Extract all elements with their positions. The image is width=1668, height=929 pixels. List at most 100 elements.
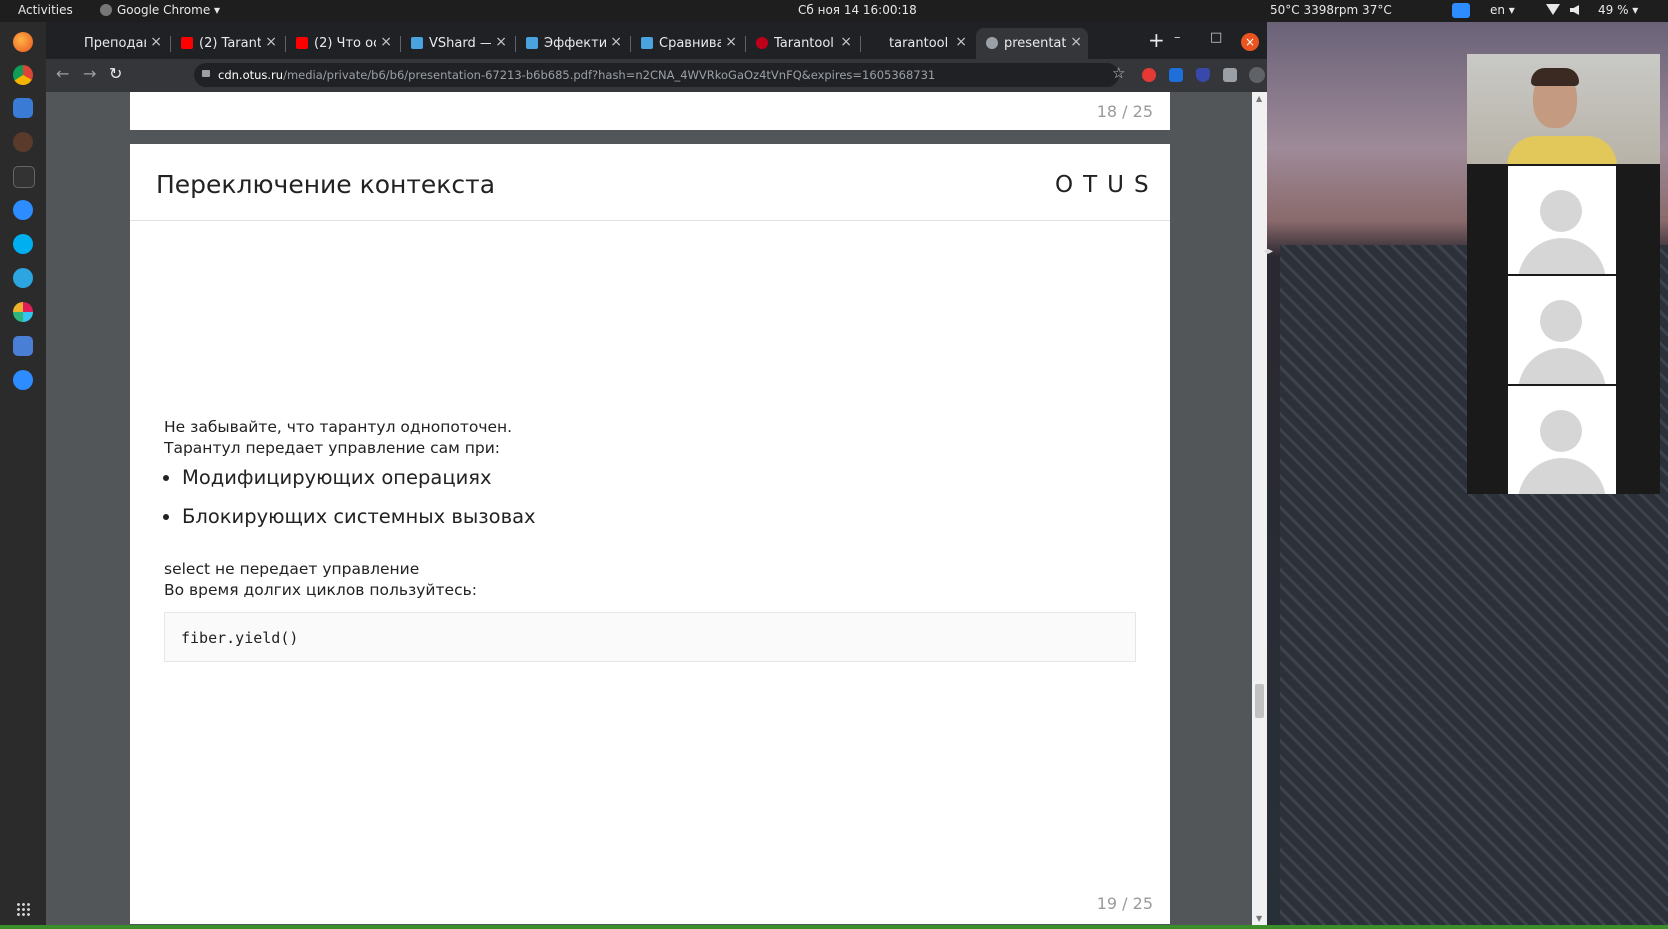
dock xyxy=(0,22,46,925)
browser-tab[interactable]: Эффекти × xyxy=(516,28,628,59)
browser-tab[interactable]: VShard — × xyxy=(401,28,513,59)
back-icon[interactable]: ← xyxy=(56,64,69,83)
chrome-app-icon xyxy=(100,4,112,16)
scroll-up-icon[interactable]: ▲ xyxy=(1256,94,1262,103)
pdf-viewer: 18 / 25 Переключение контекста OTUS Не з… xyxy=(46,92,1267,925)
slack-icon[interactable] xyxy=(13,302,33,322)
tab-close-icon[interactable]: × xyxy=(955,34,967,50)
wifi-icon[interactable] xyxy=(1546,4,1560,15)
site-favicon-icon xyxy=(411,37,423,49)
otus-logo: OTUS xyxy=(1055,172,1159,198)
app-menu[interactable]: Google Chrome ▾ xyxy=(100,3,220,17)
intro-line: Не забывайте, что тарантул однопоточен. xyxy=(164,418,513,436)
extension-translate-icon[interactable] xyxy=(1169,68,1183,82)
maximize-icon[interactable]: □ xyxy=(1210,30,1222,45)
clock[interactable]: Сб ноя 14 16:00:18 xyxy=(798,3,917,17)
browser-tab-strip: Преподав × (2) Tarant × (2) Что ос × VSh… xyxy=(46,22,1267,59)
scroll-thumb[interactable] xyxy=(1255,684,1264,718)
slide-page: Переключение контекста OTUS Не забывайте… xyxy=(130,144,1170,924)
extension-shield-icon[interactable] xyxy=(1196,68,1210,82)
url-host: cdn.otus.ru xyxy=(218,68,284,82)
telegram-icon[interactable] xyxy=(13,268,33,288)
intro-line: Тарантул передает управление сам при: xyxy=(164,439,501,457)
forward-icon[interactable]: → xyxy=(83,64,96,83)
notes-icon[interactable] xyxy=(13,98,33,118)
participant-tile[interactable] xyxy=(1508,166,1616,274)
tab-favicon xyxy=(871,37,883,49)
battery-indicator[interactable]: 49 % ▾ xyxy=(1598,3,1638,17)
page-number: 18 / 25 xyxy=(1096,102,1153,121)
apps-grid-icon[interactable] xyxy=(16,902,30,916)
new-tab-button[interactable]: + xyxy=(1148,28,1165,52)
zoom-tray-icon[interactable] xyxy=(1452,3,1470,18)
page-number: 19 / 25 xyxy=(1096,894,1153,913)
participant-tile[interactable] xyxy=(1508,386,1616,494)
zoom-icon[interactable] xyxy=(13,200,33,220)
close-window-icon[interactable]: × xyxy=(1241,33,1259,51)
volume-icon[interactable] xyxy=(1570,5,1579,15)
tab-close-icon[interactable]: × xyxy=(495,34,507,50)
globe-icon xyxy=(986,37,998,49)
tab-close-icon[interactable]: × xyxy=(380,34,392,50)
tab-title: Сравнива xyxy=(659,36,721,51)
url-path: /media/private/b6/b6/presentation-67213-… xyxy=(283,68,936,82)
language-switcher[interactable]: en ▾ xyxy=(1490,3,1515,17)
bookmark-star-icon[interactable]: ☆ xyxy=(1112,64,1125,82)
browser-tab[interactable]: Преподав × xyxy=(56,28,168,59)
tab-title: (2) Tarant xyxy=(199,36,261,51)
tab-close-icon[interactable]: × xyxy=(265,34,277,50)
skype-icon[interactable] xyxy=(13,234,33,254)
note-line: select не передает управление xyxy=(164,560,420,578)
browser-tab[interactable]: (2) Что ос × xyxy=(286,28,398,59)
extension-adblock-icon[interactable] xyxy=(1142,68,1156,82)
chrome-icon[interactable] xyxy=(13,65,33,85)
avatar-placeholder-body xyxy=(1518,348,1606,384)
app-menu-label: Google Chrome ▾ xyxy=(117,3,221,17)
avatar-placeholder-icon xyxy=(1540,300,1582,342)
profile-avatar[interactable] xyxy=(1249,67,1265,83)
bottom-edge xyxy=(0,925,1668,929)
minimize-icon[interactable]: – xyxy=(1174,30,1181,45)
lock-icon xyxy=(202,70,210,77)
extensions-puzzle-icon[interactable] xyxy=(1223,68,1237,82)
avatar-placeholder-body xyxy=(1518,238,1606,274)
tab-close-icon[interactable]: × xyxy=(840,34,852,50)
tab-close-icon[interactable]: × xyxy=(150,34,162,50)
reload-icon[interactable]: ↻ xyxy=(109,64,122,83)
site-favicon-icon xyxy=(526,37,538,49)
tab-close-icon[interactable]: × xyxy=(610,34,622,50)
browser-tab[interactable]: Сравнива × xyxy=(631,28,743,59)
bullet-item: Модифицирующих операциях xyxy=(182,466,536,489)
browser-tab[interactable]: Tarantool × xyxy=(746,28,858,59)
site-favicon-icon xyxy=(641,37,653,49)
avatar-placeholder-body xyxy=(1518,458,1606,494)
browser-tab[interactable]: tarantool × xyxy=(861,28,973,59)
tab-close-icon[interactable]: × xyxy=(1070,34,1082,50)
resize-handle-icon[interactable]: ◂▸ xyxy=(1263,246,1273,257)
vertical-scrollbar[interactable]: ▲ ▼ xyxy=(1252,92,1267,925)
speaker-video[interactable] xyxy=(1467,54,1660,164)
system-status-readout[interactable]: 50°C 3398rpm 37°C xyxy=(1270,3,1392,17)
activities-button[interactable]: Activities xyxy=(18,3,73,17)
code-block: fiber.yield() xyxy=(164,612,1136,662)
youtube-favicon-icon xyxy=(296,37,308,49)
tab-title: VShard — xyxy=(429,36,491,51)
address-bar[interactable]: cdn.otus.ru/media/private/b6/b6/presenta… xyxy=(194,63,1119,87)
browser-tab[interactable]: (2) Tarant × xyxy=(171,28,283,59)
calendar-icon[interactable] xyxy=(13,336,33,356)
tab-title: Эффекти xyxy=(544,36,606,51)
youtube-favicon-icon xyxy=(181,37,193,49)
feather-icon[interactable] xyxy=(13,132,33,152)
scroll-down-icon[interactable]: ▼ xyxy=(1256,914,1262,923)
tab-close-icon[interactable]: × xyxy=(725,34,737,50)
firefox-icon[interactable] xyxy=(13,32,33,52)
tarantool-favicon-icon xyxy=(756,37,768,49)
zoom-meeting-icon[interactable] xyxy=(13,370,33,390)
browser-tab-active[interactable]: presentat × xyxy=(976,28,1088,59)
system-top-bar: Activities Google Chrome ▾ Сб ноя 14 16:… xyxy=(0,0,1668,22)
browser-toolbar: ← → ↻ cdn.otus.ru/media/private/b6/b6/pr… xyxy=(46,59,1304,92)
participant-tile[interactable] xyxy=(1508,276,1616,384)
terminal-icon[interactable] xyxy=(13,166,35,188)
speaker-shirt xyxy=(1507,136,1617,164)
slide-title: Переключение контекста xyxy=(156,170,496,199)
